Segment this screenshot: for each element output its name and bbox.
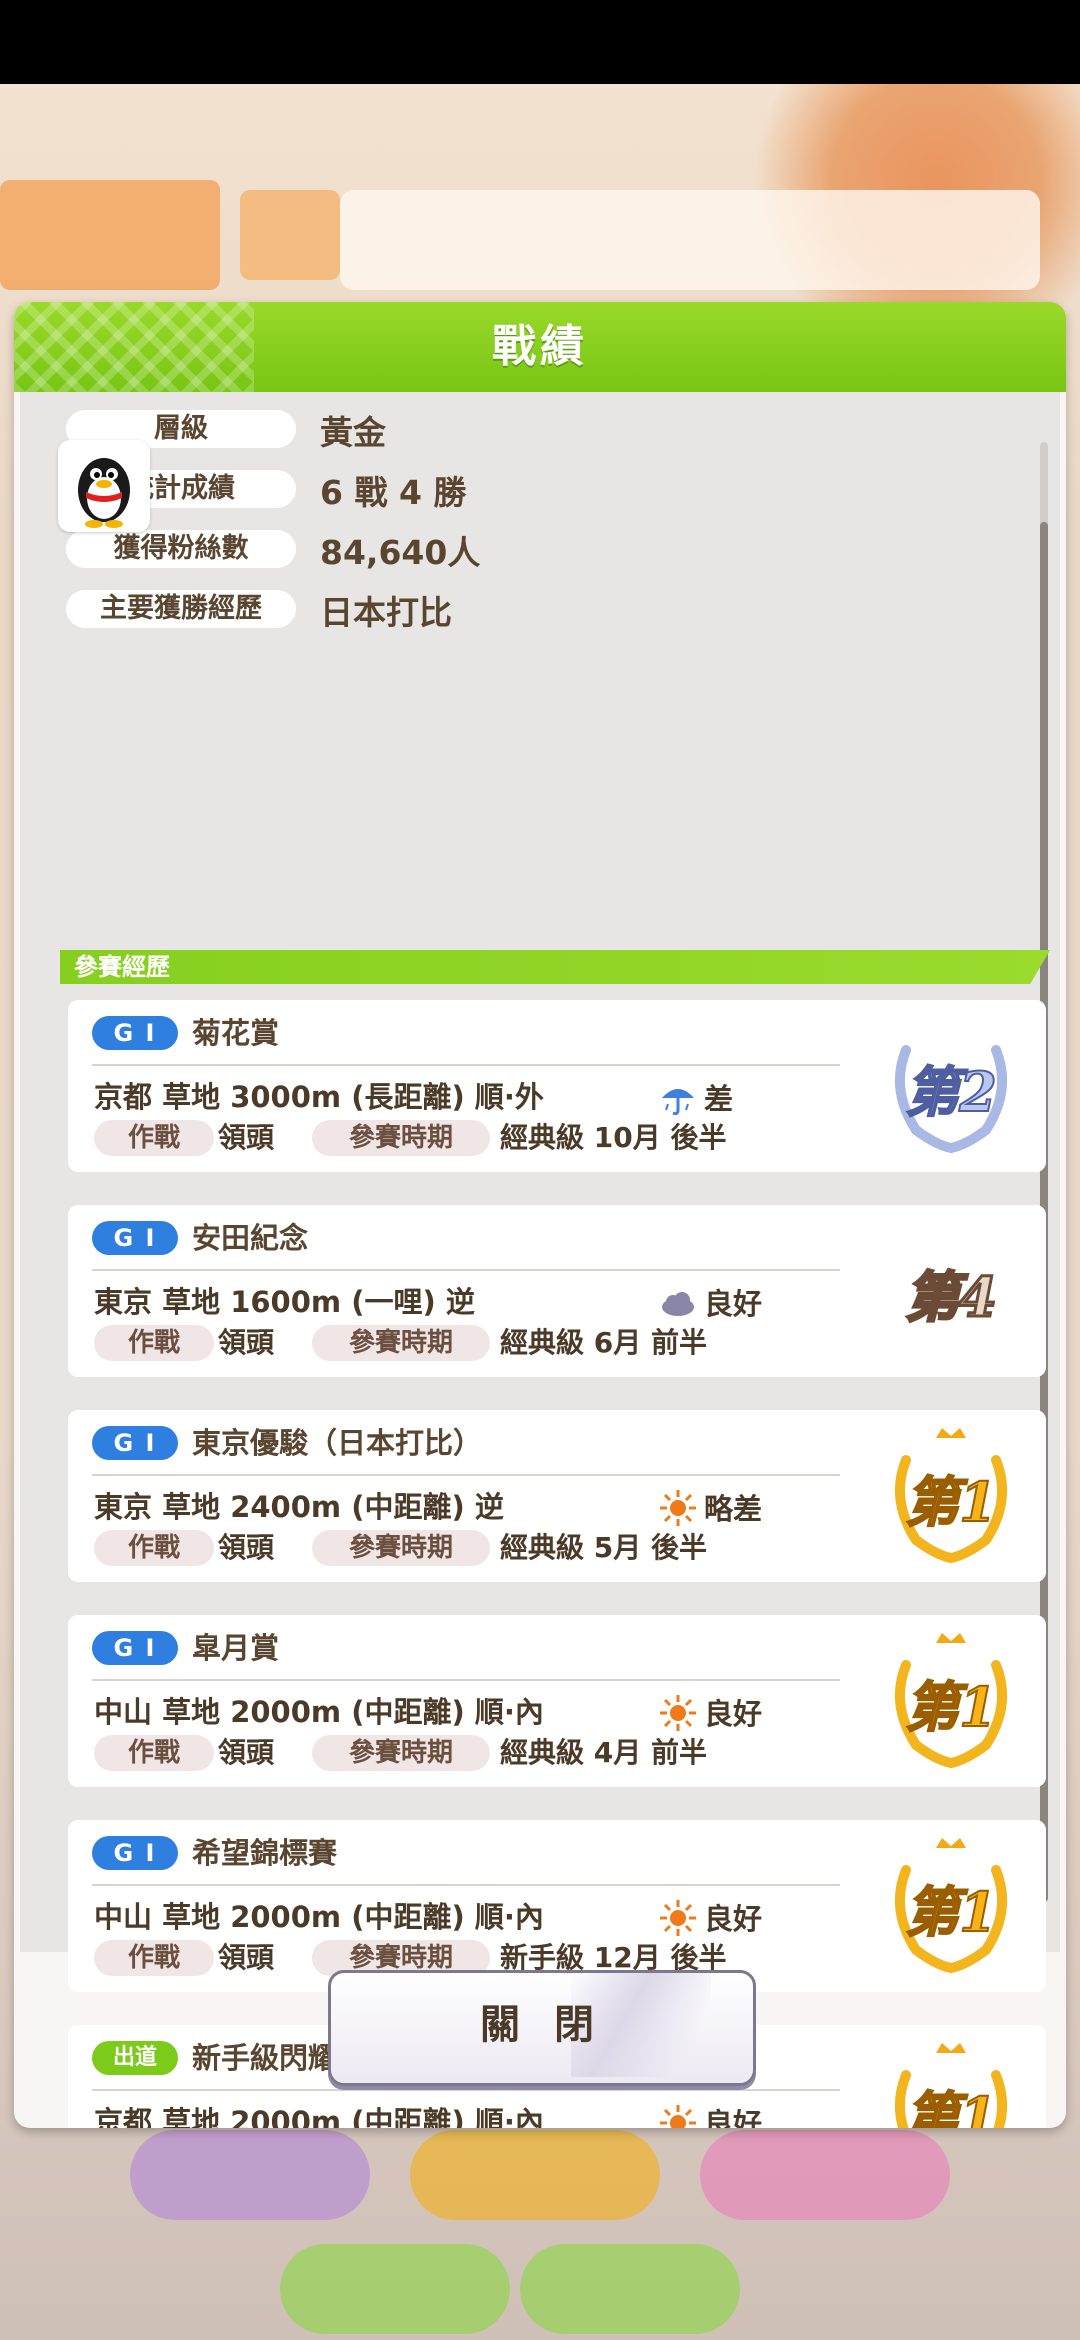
grade-badge: 出道 [92,2041,178,2075]
divider [92,1474,840,1476]
period-label: 參賽時期 [312,1735,490,1771]
track-condition: 良好 [704,1287,763,1321]
period-value: 經典級 10月 後半 [500,1121,727,1154]
strategy-label: 作戰 [94,1735,214,1771]
status-bar [0,0,1080,84]
rain-umbrella-icon [658,1078,698,1118]
track-condition: 略差 [704,1492,763,1526]
divider [92,1884,840,1886]
rank-text: 第1 [904,1674,998,1740]
background-panel [240,190,340,280]
period-label: 參賽時期 [312,1325,490,1361]
race-course: 京都 草地 2000m (中距離) 順·內 [94,2105,544,2128]
section-title: 參賽經歷 [74,953,170,981]
rank-badge: 第1 [876,1830,1026,1980]
rank-badge: 第4 [876,1215,1026,1365]
rank-text: 第4 [904,1264,999,1331]
info-label: 主要獲勝經歷 [66,590,296,628]
race-name: 菊花賞 [192,1016,280,1050]
strategy-value: 領頭 [218,1531,275,1564]
strategy-value: 領頭 [218,1326,275,1359]
track-condition: 良好 [704,1902,763,1936]
info-value: 84,640人 [320,533,481,572]
race-card[interactable]: G I 安田紀念東京 草地 1600m (一哩) 逆 良好作戰 領頭 參賽時期 經典級 6… [68,1205,1046,1377]
grade-badge: G I [92,1221,178,1255]
rank-badge: 第1 [876,1420,1026,1570]
race-name: 希望錦標賽 [192,1836,338,1870]
period-value: 經典級 4月 前半 [500,1736,707,1769]
strategy-label: 作戰 [94,1530,214,1566]
cloud-icon [658,1283,698,1323]
strategy-value: 領頭 [218,1941,275,1974]
dialog-content[interactable]: 層級 黃金 統計成績 6 戰 4 勝 獲得粉絲數 84,640人 主要獲勝經歷 … [20,392,1060,2128]
background-card [340,190,1040,290]
avatar[interactable] [58,440,150,532]
rank-text: 第1 [904,2084,998,2128]
background-button [280,2244,510,2334]
race-name: 安田紀念 [192,1221,309,1255]
track-condition: 良好 [704,1697,763,1731]
dialog-title: 戰績 [492,321,588,372]
period-label: 參賽時期 [312,1530,490,1566]
background-panel [0,180,220,290]
period-value: 經典級 6月 前半 [500,1326,707,1359]
sun-icon [658,1488,698,1528]
info-value: 日本打比 [320,593,452,632]
rank-text: 第1 [904,1879,998,1945]
background-button [520,2244,740,2334]
rank-badge: 第2 [876,1010,1026,1160]
info-value: 6 戰 4 勝 [320,473,467,512]
grade-badge: G I [92,1631,178,1665]
strategy-label: 作戰 [94,1325,214,1361]
strategy-value: 領頭 [218,1736,275,1769]
race-course: 中山 草地 2000m (中距離) 順·內 [94,1695,544,1729]
background-button [130,2130,370,2220]
race-name: 皐月賞 [192,1631,280,1665]
race-course: 東京 草地 1600m (一哩) 逆 [94,1285,475,1319]
rank-text: 第2 [904,1059,998,1125]
divider [92,2089,840,2091]
divider [92,1064,840,1066]
period-label: 參賽時期 [312,1120,490,1156]
track-condition: 良好 [704,2107,763,2128]
race-name: 東京優駿（日本打比） [192,1426,483,1460]
penguin-icon [78,458,130,528]
race-record-dialog: 戰績 層級 黃金 統計成績 6 戰 4 勝 獲得粉絲數 84,640人 主要獲勝… [14,302,1066,2128]
race-course: 京都 草地 3000m (長距離) 順·外 [94,1080,544,1114]
strategy-label: 作戰 [94,1120,214,1156]
grade-badge: G I [92,1016,178,1050]
race-course: 中山 草地 2000m (中距離) 順·內 [94,1900,544,1934]
strategy-value: 領頭 [218,1121,275,1154]
close-button[interactable]: 關 閉 [328,1970,756,2086]
race-course: 東京 草地 2400m (中距離) 逆 [94,1490,504,1524]
info-label: 獲得粉絲數 [66,530,296,568]
race-card[interactable]: G I 東京優駿（日本打比） 東京 草地 2400m (中距離) 逆 略差作戰 領頭 參賽… [68,1410,1046,1582]
background-button [410,2130,660,2220]
section-header: 參賽經歷 [60,950,1050,984]
grade-badge: G I [92,1426,178,1460]
period-value: 經典級 5月 後半 [500,1531,707,1564]
sun-icon [658,2103,698,2128]
info-value: 黃金 [320,413,386,452]
sun-icon [658,1898,698,1938]
divider [92,1269,840,1271]
track-condition: 差 [704,1082,734,1116]
race-card[interactable]: G I 皐月賞中山 草地 2000m (中距離) 順·內 良好作戰 領頭 參賽時期 經典級… [68,1615,1046,1787]
sun-icon [658,1693,698,1733]
strategy-label: 作戰 [94,1940,214,1976]
rank-badge: 第1 [876,1625,1026,1775]
rank-badge: 第1 [876,2035,1026,2128]
dialog-header: 戰績 [14,302,1066,392]
divider [92,1679,840,1681]
grade-badge: G I [92,1836,178,1870]
rank-text: 第1 [904,1469,998,1535]
race-card[interactable]: G I 希望錦標賽 中山 草地 2000m (中距離) 順·內 良好 作戰 領頭 參賽時期新… [68,1820,1046,1992]
background-button [700,2130,950,2220]
race-card[interactable]: G I 菊花賞京都 草地 3000m (長距離) 順·外 差作戰 領頭 參賽時期 經典級 … [68,1000,1046,1172]
close-button-label: 關 閉 [480,2002,604,2048]
